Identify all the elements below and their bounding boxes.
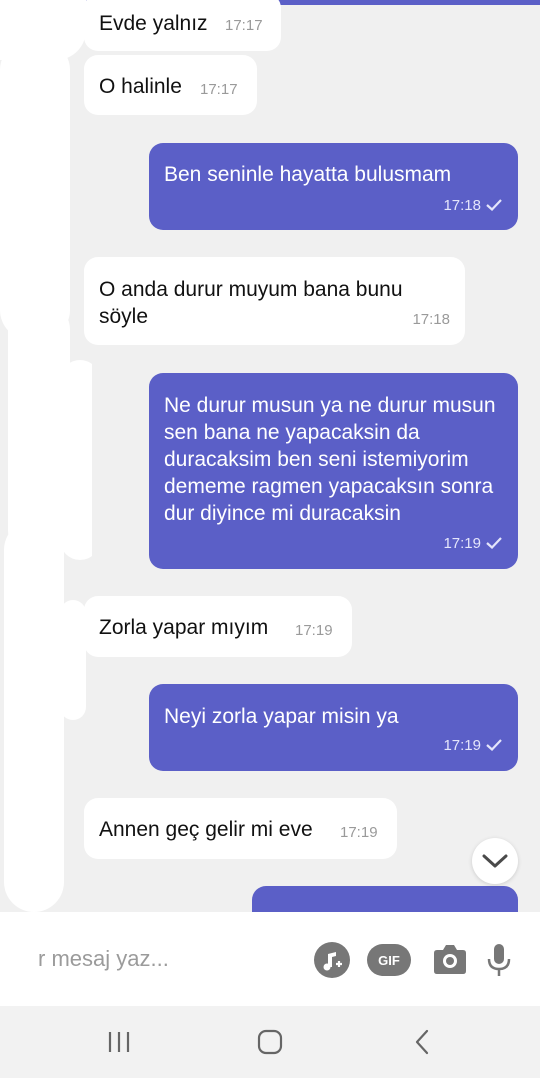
message-time-value: 17:19 bbox=[443, 737, 481, 754]
message-bubble-outgoing[interactable]: Ne durur musun ya ne durur musun sen ban… bbox=[149, 373, 518, 569]
sticker-icon bbox=[314, 942, 350, 978]
message-text: Neyi zorla yapar misin ya bbox=[164, 705, 399, 728]
gif-button[interactable]: GIF bbox=[365, 940, 413, 980]
message-time: 17:19 bbox=[340, 824, 378, 841]
message-composer: GIF bbox=[0, 912, 540, 1006]
message-bubble-incoming[interactable]: Zorla yapar mıyım 17:19 bbox=[84, 596, 352, 657]
message-text: O anda durur muyum bana bunu söyle bbox=[99, 278, 403, 328]
scroll-to-bottom-button[interactable] bbox=[472, 838, 518, 884]
back-icon bbox=[415, 1029, 429, 1055]
message-bubble-outgoing[interactable]: Neyi zorla yapar misin ya 17:19 bbox=[149, 684, 518, 771]
system-navigation-bar bbox=[0, 1006, 540, 1078]
redaction-mark bbox=[0, 0, 92, 912]
microphone-icon bbox=[487, 944, 511, 976]
message-bubble-outgoing[interactable] bbox=[252, 886, 518, 912]
chat-area[interactable]: Evde yalnız 17:17 O halinle 17:17 Ben se… bbox=[0, 0, 540, 912]
message-time-value: 17:18 bbox=[443, 197, 481, 214]
message-text: Ben seninle hayatta bulusmam bbox=[164, 163, 452, 186]
back-button[interactable] bbox=[402, 1024, 442, 1060]
home-button[interactable] bbox=[250, 1024, 290, 1060]
message-time: 17:17 bbox=[225, 17, 263, 34]
message-time-value: 17:19 bbox=[443, 535, 481, 552]
message-bubble-incoming[interactable]: Evde yalnız 17:17 bbox=[84, 0, 281, 51]
camera-icon bbox=[434, 945, 466, 974]
recents-button[interactable] bbox=[99, 1024, 139, 1060]
message-time: 17:19 bbox=[443, 737, 502, 755]
message-bubble-outgoing[interactable]: Ben seninle hayatta bulusmam 17:18 bbox=[149, 143, 518, 230]
microphone-button[interactable] bbox=[479, 940, 519, 980]
sticker-button[interactable] bbox=[312, 940, 352, 980]
camera-button[interactable] bbox=[430, 940, 470, 980]
message-time: 17:18 bbox=[412, 311, 450, 328]
message-bubble-incoming[interactable]: O halinle 17:17 bbox=[84, 55, 257, 115]
message-text: Ne durur musun ya ne durur musun sen ban… bbox=[164, 394, 496, 525]
message-bubble-incoming[interactable]: Annen geç gelir mi eve 17:19 bbox=[84, 798, 397, 859]
sent-check-icon bbox=[486, 536, 502, 549]
message-input[interactable] bbox=[36, 938, 290, 980]
message-bubble-incoming[interactable]: O anda durur muyum bana bunu söyle 17:18 bbox=[84, 257, 465, 345]
sent-check-icon bbox=[486, 738, 502, 751]
message-time: 17:17 bbox=[200, 81, 238, 98]
message-time: 17:19 bbox=[443, 535, 502, 553]
gif-label: GIF bbox=[367, 944, 411, 976]
message-time: 17:19 bbox=[295, 622, 333, 639]
home-icon bbox=[257, 1029, 283, 1055]
sent-check-icon bbox=[486, 198, 502, 211]
chevron-down-icon bbox=[482, 854, 508, 868]
message-time: 17:18 bbox=[443, 197, 502, 215]
recents-icon bbox=[108, 1032, 130, 1052]
